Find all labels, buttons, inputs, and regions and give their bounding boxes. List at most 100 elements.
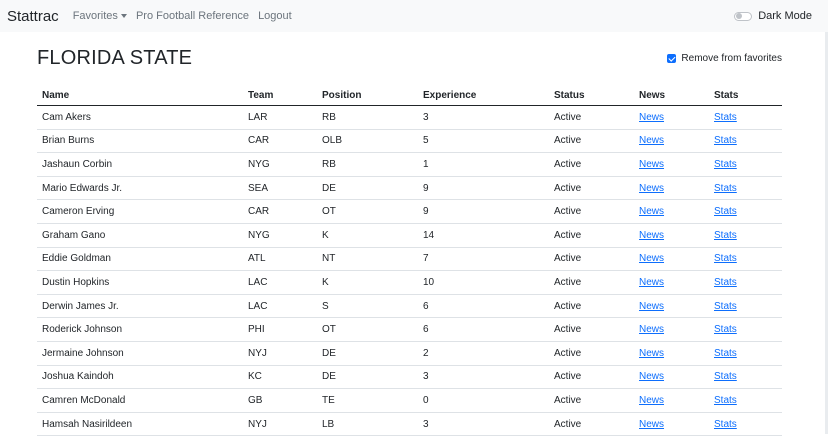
table-row: Dustin Hopkins LAC K 10 Active News Stats <box>37 270 782 295</box>
table-cell: Hamsah Nasirildeen <box>37 412 243 436</box>
table-cell: Cam Akers <box>37 105 243 130</box>
table-cell: NYJ <box>243 412 317 436</box>
table-row: Camren McDonald GB TE 0 Active News Stats <box>37 388 782 413</box>
stats-link[interactable]: Stats <box>714 135 737 146</box>
news-link[interactable]: News <box>639 419 664 430</box>
table-cell: Active <box>549 412 634 436</box>
brand-link[interactable]: Stattrac <box>7 8 59 25</box>
favorites-dropdown[interactable]: Favorites <box>73 10 127 22</box>
news-link[interactable]: News <box>639 371 664 382</box>
table-header-row: Name Team Position Experience Status News Stat… <box>37 85 782 106</box>
table-cell: Active <box>549 223 634 248</box>
table-row: Jermaine Johnson NYJ DE 2 Active News Stats <box>37 341 782 366</box>
table-cell: 3 <box>418 412 549 436</box>
table-row: Cam Akers LAR RB 3 Active News Stats <box>37 105 782 130</box>
table-row: Eddie Goldman ATL NT 7 Active News Stats <box>37 247 782 272</box>
stats-link[interactable]: Stats <box>714 419 737 430</box>
table-cell: News <box>634 388 709 413</box>
favorite-label: Remove from favorites <box>681 53 782 64</box>
table-cell: 1 <box>418 152 549 177</box>
news-link[interactable]: News <box>639 301 664 312</box>
column-header: Team <box>243 85 317 106</box>
stats-link[interactable]: Stats <box>714 348 737 359</box>
table-cell: News <box>634 294 709 319</box>
table-cell: TE <box>317 388 418 413</box>
stats-link[interactable]: Stats <box>714 230 737 241</box>
news-link[interactable]: News <box>639 253 664 264</box>
table-cell: K <box>317 223 418 248</box>
table-cell: 0 <box>418 388 549 413</box>
table-cell: NT <box>317 247 418 272</box>
table-cell: Stats <box>709 152 782 177</box>
table-cell: Active <box>549 388 634 413</box>
news-link[interactable]: News <box>639 183 664 194</box>
table-cell: Active <box>549 129 634 154</box>
table-cell: ATL <box>243 247 317 272</box>
stats-link[interactable]: Stats <box>714 183 737 194</box>
table-cell: News <box>634 270 709 295</box>
table-cell: LAC <box>243 270 317 295</box>
stats-link[interactable]: Stats <box>714 395 737 406</box>
stats-link[interactable]: Stats <box>714 371 737 382</box>
column-header: Name <box>37 85 243 106</box>
table-cell: KC <box>243 365 317 390</box>
news-link[interactable]: News <box>639 112 664 123</box>
table-cell: Active <box>549 199 634 224</box>
table-cell: Active <box>549 365 634 390</box>
table-cell: News <box>634 341 709 366</box>
table-cell: K <box>317 270 418 295</box>
stats-link[interactable]: Stats <box>714 206 737 217</box>
news-link[interactable]: News <box>639 324 664 335</box>
table-cell: Stats <box>709 176 782 201</box>
table-cell: Active <box>549 105 634 130</box>
stats-link[interactable]: Stats <box>714 277 737 288</box>
toggle-switch-icon[interactable] <box>734 11 753 21</box>
table-cell: News <box>634 129 709 154</box>
players-table: Name Team Position Experience Status News Stat… <box>37 85 782 436</box>
news-link[interactable]: News <box>639 230 664 241</box>
stats-link[interactable]: Stats <box>714 159 737 170</box>
table-cell: CAR <box>243 129 317 154</box>
table-cell: S <box>317 294 418 319</box>
stats-link[interactable]: Stats <box>714 112 737 123</box>
caret-down-icon <box>120 14 127 19</box>
table-cell: Stats <box>709 105 782 130</box>
column-header: Status <box>549 85 634 106</box>
table-row: Joshua Kaindoh KC DE 3 Active News Stats <box>37 365 782 390</box>
table-cell: Active <box>549 176 634 201</box>
checkbox-checked-icon[interactable] <box>667 54 677 63</box>
table-cell: 9 <box>418 176 549 201</box>
news-link[interactable]: News <box>639 395 664 406</box>
news-link[interactable]: News <box>639 348 664 359</box>
table-cell: Stats <box>709 412 782 436</box>
dark-mode-toggle[interactable]: Dark Mode <box>734 0 812 32</box>
table-cell: Stats <box>709 317 782 342</box>
pro-football-reference-link[interactable]: Pro Football Reference <box>136 10 249 22</box>
table-row: Derwin James Jr. LAC S 6 Active News Stats <box>37 294 782 319</box>
table-cell: Active <box>549 270 634 295</box>
stats-link[interactable]: Stats <box>714 324 737 335</box>
table-cell: Stats <box>709 247 782 272</box>
dark-mode-label: Dark Mode <box>758 10 812 22</box>
navbar: Stattrac Favorites Pro Football Referenc… <box>0 0 828 32</box>
table-cell: Derwin James Jr. <box>37 294 243 319</box>
stats-link[interactable]: Stats <box>714 253 737 264</box>
table-cell: OT <box>317 317 418 342</box>
table-cell: CAR <box>243 199 317 224</box>
table-cell: Active <box>549 341 634 366</box>
news-link[interactable]: News <box>639 159 664 170</box>
stats-link[interactable]: Stats <box>714 301 737 312</box>
news-link[interactable]: News <box>639 277 664 288</box>
table-cell: Stats <box>709 129 782 154</box>
table-cell: 14 <box>418 223 549 248</box>
news-link[interactable]: News <box>639 135 664 146</box>
column-header: Experience <box>418 85 549 106</box>
logout-link[interactable]: Logout <box>258 10 292 22</box>
news-link[interactable]: News <box>639 206 664 217</box>
table-cell: Stats <box>709 199 782 224</box>
table-cell: Graham Gano <box>37 223 243 248</box>
column-header: News <box>634 85 709 106</box>
favorite-checkbox-field[interactable]: Remove from favorites <box>667 53 782 64</box>
table-cell: Roderick Johnson <box>37 317 243 342</box>
table-cell: 5 <box>418 129 549 154</box>
